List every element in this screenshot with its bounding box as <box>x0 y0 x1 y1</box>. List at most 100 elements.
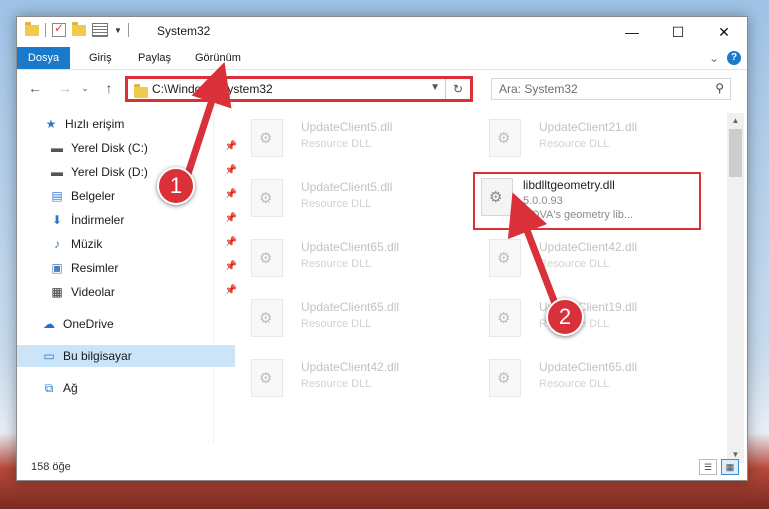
pictures-icon: ▣ <box>51 261 63 275</box>
music-icon: ♪ <box>54 237 60 251</box>
file-item[interactable]: UpdateClient42.dll Resource DLL <box>231 353 453 403</box>
file-item[interactable]: UpdateClient65.dll Resource DLL <box>231 293 453 343</box>
search-placeholder: Ara: System32 <box>499 82 578 96</box>
dll-file-icon <box>251 119 283 157</box>
file-description: Resource DLL <box>301 198 372 210</box>
details-view-icon[interactable]: ☰ <box>699 459 717 475</box>
sidebar-item-network[interactable]: ⧉ Ağ <box>17 377 235 399</box>
file-description: Resource DLL <box>301 378 372 390</box>
search-input[interactable]: Ara: System32 ⚲ <box>491 78 731 100</box>
recent-dropdown-icon[interactable]: ⌄ <box>75 78 95 98</box>
dll-file-icon <box>489 119 521 157</box>
window-controls: — ☐ ✕ <box>609 17 747 47</box>
tab-share[interactable]: Paylaş <box>138 47 171 69</box>
sidebar-item-drive-d[interactable]: ▬ Yerel Disk (D:) 📌 <box>17 161 243 183</box>
minimize-button[interactable]: — <box>609 17 655 47</box>
tab-view[interactable]: Görünüm <box>195 47 241 69</box>
maximize-button[interactable]: ☐ <box>655 17 701 47</box>
explorer-window: ▼ System32 — ☐ ✕ Dosya Giriş Paylaş Görü… <box>16 16 748 481</box>
drive-icon: ▬ <box>51 141 63 155</box>
file-name: UpdateClient5.dll <box>301 180 393 194</box>
file-item[interactable]: UpdateClient65.dll Resource DLL <box>469 353 691 403</box>
file-description: Resource DLL <box>539 258 610 270</box>
documents-icon: ▤ <box>51 189 63 203</box>
sidebar-item-label: Belgeler <box>71 189 116 203</box>
file-name: UpdateClient65.dll <box>301 300 400 314</box>
title-bar: ▼ System32 — ☐ ✕ <box>17 17 747 47</box>
sidebar-item-pictures[interactable]: ▣ Resimler 📌 <box>17 257 243 279</box>
file-item[interactable]: UpdateClient5.dll Resource DLL <box>231 173 453 223</box>
dll-file-icon <box>251 359 283 397</box>
file-description: Resource DLL <box>301 318 372 330</box>
dll-file-icon <box>481 178 513 216</box>
file-name: UpdateClient42.dll <box>301 360 400 374</box>
tab-file[interactable]: Dosya <box>17 47 70 69</box>
ribbon-right: ⌄ ? <box>709 51 741 65</box>
help-icon[interactable]: ? <box>727 51 741 65</box>
file-list: UpdateClient5.dll Resource DLL UpdateCli… <box>217 109 727 443</box>
item-count: 158 öğe <box>31 461 71 473</box>
sidebar-item-music[interactable]: ♪ Müzik 📌 <box>17 233 243 255</box>
view-properties-icon[interactable] <box>92 23 108 37</box>
sidebar-item-quick-access[interactable]: ★ Hızlı erişim <box>17 113 237 135</box>
search-icon[interactable]: ⚲ <box>715 81 724 95</box>
sidebar-item-documents[interactable]: ▤ Belgeler 📌 <box>17 185 243 207</box>
sidebar-item-onedrive[interactable]: ☁ OneDrive <box>17 313 235 335</box>
file-version: 5.0.0.93 <box>523 195 563 207</box>
computer-icon: ▭ <box>43 349 55 363</box>
sidebar-item-label: İndirmeler <box>71 213 125 227</box>
address-bar[interactable]: C:\Windows\System32 ▼ ↻ <box>125 76 473 102</box>
address-dropdown-icon[interactable]: ▼ <box>430 82 440 93</box>
scroll-thumb[interactable] <box>729 129 742 177</box>
sidebar-item-label: Ağ <box>63 381 78 395</box>
properties-check-icon[interactable] <box>52 21 66 37</box>
videos-icon: ▦ <box>51 285 63 299</box>
file-name: UpdateClient65.dll <box>301 240 400 254</box>
tab-home[interactable]: Giriş <box>89 47 112 69</box>
network-icon: ⧉ <box>44 381 54 395</box>
file-description: Resource DLL <box>301 138 372 150</box>
dll-file-icon <box>489 299 521 337</box>
navigation-pane: ★ Hızlı erişim ▬ Yerel Disk (C:) 📌 ▬ Yer… <box>17 113 237 443</box>
divider <box>127 23 129 37</box>
step-marker-2: 2 <box>546 298 584 336</box>
ribbon-tabs: Dosya Giriş Paylaş Görünüm ⌄ ? <box>17 47 747 70</box>
expand-ribbon-icon[interactable]: ⌄ <box>709 51 719 65</box>
file-item-libdlltgeometry[interactable]: libdlltgeometry.dll 5.0.0.93 NOVA's geom… <box>473 172 701 230</box>
file-item[interactable]: UpdateClient5.dll Resource DLL <box>231 113 453 163</box>
file-description: NOVA's geometry lib... <box>523 209 634 221</box>
sidebar-item-drive-c[interactable]: ▬ Yerel Disk (C:) 📌 <box>17 137 243 159</box>
file-item[interactable]: UpdateClient42.dll Resource DLL <box>469 233 691 283</box>
sidebar-item-label: Videolar <box>71 285 115 299</box>
sidebar-item-this-pc[interactable]: ▭ Bu bilgisayar <box>17 345 235 367</box>
vertical-scrollbar[interactable]: ▲ ▼ <box>727 113 744 463</box>
qat-dropdown-icon[interactable]: ▼ <box>114 26 122 35</box>
file-name: UpdateClient5.dll <box>301 120 393 134</box>
address-path[interactable]: C:\Windows\System32 <box>152 82 273 96</box>
new-folder-icon[interactable] <box>72 21 86 36</box>
file-item[interactable]: UpdateClient65.dll Resource DLL <box>231 233 453 283</box>
file-name: UpdateClient21.dll <box>539 120 638 134</box>
back-icon[interactable]: ← <box>25 78 45 98</box>
file-description: Resource DLL <box>301 258 372 270</box>
refresh-icon[interactable]: ↻ <box>445 79 470 99</box>
window-title: System32 <box>157 24 211 38</box>
sidebar-item-label: Müzik <box>71 237 103 251</box>
sidebar-item-label: OneDrive <box>63 317 114 331</box>
file-item[interactable]: UpdateClient21.dll Resource DLL <box>469 113 691 163</box>
forward-icon[interactable]: → <box>55 78 75 98</box>
scroll-up-icon[interactable]: ▲ <box>727 113 744 129</box>
sidebar-item-label: Yerel Disk (C:) <box>71 141 148 155</box>
sidebar-item-downloads[interactable]: ⬇ İndirmeler 📌 <box>17 209 243 231</box>
file-description: Resource DLL <box>539 138 610 150</box>
folder-icon <box>25 21 39 36</box>
sidebar-item-videos[interactable]: ▦ Videolar 📌 <box>17 281 243 303</box>
tiles-view-icon[interactable]: ▦ <box>721 459 739 475</box>
close-button[interactable]: ✕ <box>701 17 747 47</box>
cloud-icon: ☁ <box>43 317 55 331</box>
dll-file-icon <box>251 239 283 277</box>
dll-file-icon <box>489 359 521 397</box>
up-icon[interactable]: ↑ <box>99 78 119 98</box>
sidebar-item-label: Bu bilgisayar <box>63 349 132 363</box>
navigation-bar: ← → ⌄ ↑ C:\Windows\System32 ▼ ↻ Ara: Sys… <box>17 74 747 104</box>
